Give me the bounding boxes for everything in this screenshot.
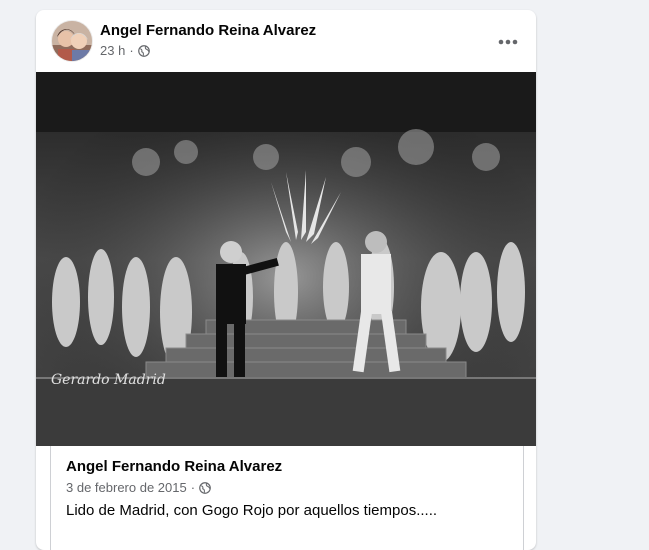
post-timestamp[interactable]: 23 h: [100, 43, 125, 58]
globe-icon[interactable]: [199, 481, 211, 494]
meta-separator: ·: [190, 480, 196, 495]
post-card: Angel Fernando Reina Alvarez 23 h · Gera…: [36, 10, 536, 550]
avatar-image: [52, 21, 92, 61]
post-photo[interactable]: Gerardo Madrid: [36, 72, 536, 446]
shared-post-preview[interactable]: Angel Fernando Reina Alvarez 3 de febrer…: [50, 446, 524, 550]
post-meta: 23 h ·: [100, 43, 150, 58]
stage-photo-image: Gerardo Madrid: [36, 72, 536, 446]
globe-icon[interactable]: [137, 44, 150, 57]
post-header: Angel Fernando Reina Alvarez 23 h ·: [36, 10, 536, 72]
avatar[interactable]: [52, 21, 92, 61]
post-author-name[interactable]: Angel Fernando Reina Alvarez: [100, 22, 316, 39]
photo-signature: Gerardo Madrid: [51, 372, 166, 388]
meta-separator: ·: [129, 43, 134, 58]
shared-post-author-name[interactable]: Angel Fernando Reina Alvarez: [66, 458, 282, 475]
shared-post-text: Lido de Madrid, con Gogo Rojo por aquell…: [66, 502, 438, 519]
more-options-icon: [498, 39, 518, 45]
more-options-button[interactable]: [492, 26, 524, 58]
shared-post-meta: 3 de febrero de 2015 ·: [66, 480, 211, 495]
shared-post-date[interactable]: 3 de febrero de 2015: [66, 480, 187, 495]
